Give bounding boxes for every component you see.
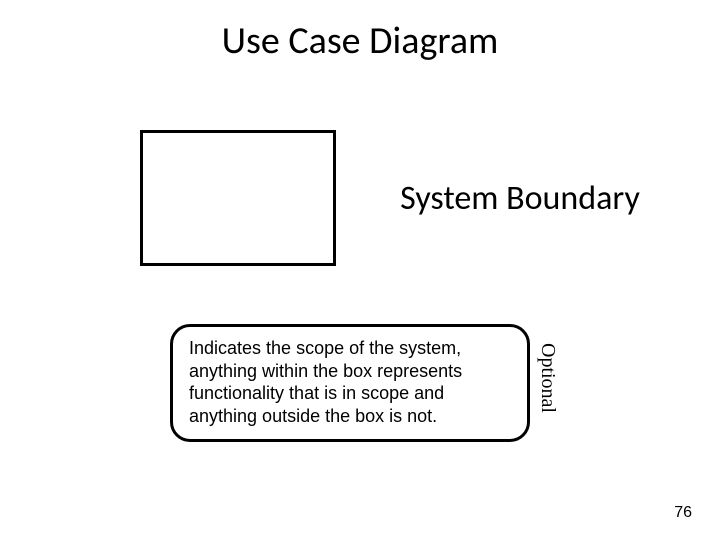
note-text: Indicates the scope of the system, anyth… (170, 324, 530, 442)
optional-label: Optional (536, 343, 559, 413)
slide-title: Use Case Diagram (0, 18, 720, 64)
system-boundary-label: System Boundary (390, 180, 650, 217)
system-boundary-box (140, 130, 336, 266)
page-number: 76 (674, 504, 692, 522)
note-container: Indicates the scope of the system, anyth… (170, 324, 530, 442)
